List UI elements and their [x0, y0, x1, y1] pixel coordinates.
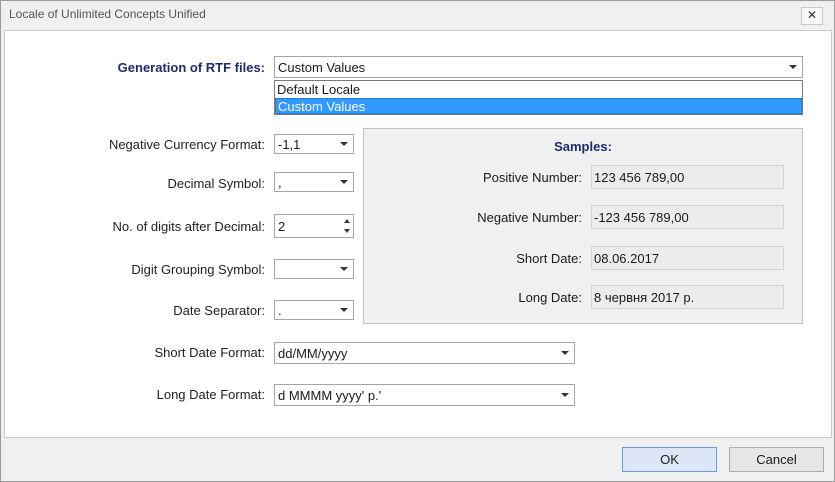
- rtf-generation-combo[interactable]: Custom Values: [274, 56, 803, 78]
- negative-number-label: Negative Number:: [477, 210, 582, 225]
- date-separator-combo[interactable]: .: [274, 300, 354, 320]
- rtf-generation-dropdown: Default Locale Custom Values: [274, 80, 803, 115]
- long-date-field: 8 червня 2017 р.: [591, 285, 784, 309]
- rtf-generation-label: Generation of RTF files:: [117, 60, 265, 75]
- chevron-down-icon[interactable]: [561, 393, 569, 397]
- short-date-value: 08.06.2017: [594, 251, 660, 266]
- digits-after-decimal-label: No. of digits after Decimal:: [112, 219, 265, 234]
- long-date-label: Long Date:: [518, 290, 582, 305]
- short-date-field: 08.06.2017: [591, 246, 784, 270]
- decimal-symbol-combo[interactable]: ,: [274, 172, 354, 192]
- close-icon[interactable]: ✕: [801, 7, 823, 25]
- negative-number-field: -123 456 789,00: [591, 205, 784, 229]
- dialog-window: Locale of Unlimited Concepts Unified ✕ G…: [0, 0, 835, 482]
- positive-number-value: 123 456 789,00: [594, 170, 685, 185]
- samples-title: Samples:: [554, 139, 612, 154]
- digits-after-decimal-value: 2: [278, 219, 286, 234]
- short-date-format-combo[interactable]: dd/MM/yyyy: [274, 342, 575, 364]
- long-date-format-combo[interactable]: d MMMM yyyy' р.': [274, 384, 575, 406]
- window-title: Locale of Unlimited Concepts Unified: [9, 7, 206, 21]
- decimal-symbol-value: ,: [278, 175, 282, 190]
- title-bar: Locale of Unlimited Concepts Unified ✕: [1, 1, 834, 29]
- date-separator-value: .: [278, 303, 282, 318]
- negative-currency-value: -1,1: [278, 137, 301, 152]
- long-date-format-label: Long Date Format:: [156, 387, 265, 402]
- date-separator-label: Date Separator:: [173, 303, 265, 318]
- ok-button[interactable]: OK: [622, 447, 717, 472]
- negative-number-value: -123 456 789,00: [594, 210, 689, 225]
- positive-number-label: Positive Number:: [483, 170, 582, 185]
- chevron-down-icon[interactable]: [561, 351, 569, 355]
- chevron-down-icon[interactable]: [340, 142, 348, 146]
- digits-after-decimal-spinner[interactable]: 2: [274, 214, 354, 238]
- digit-grouping-combo[interactable]: [274, 259, 354, 279]
- negative-currency-label: Negative Currency Format:: [108, 137, 265, 152]
- chevron-down-icon[interactable]: [340, 308, 348, 312]
- long-date-format-value: d MMMM yyyy' р.': [278, 388, 382, 403]
- cancel-button[interactable]: Cancel: [729, 447, 824, 472]
- short-date-label: Short Date:: [516, 251, 582, 266]
- chevron-down-icon[interactable]: [789, 65, 797, 69]
- negative-currency-combo[interactable]: -1,1: [274, 134, 354, 154]
- spin-up-icon[interactable]: [344, 219, 350, 223]
- rtf-generation-value: Custom Values: [278, 60, 366, 75]
- chevron-down-icon[interactable]: [340, 180, 348, 184]
- spin-down-icon[interactable]: [344, 229, 350, 233]
- digit-grouping-label: Digit Grouping Symbol:: [131, 262, 265, 277]
- samples-panel: Samples: Positive Number: 123 456 789,00…: [363, 128, 803, 324]
- dropdown-option-custom-values[interactable]: Custom Values: [275, 98, 802, 114]
- short-date-format-label: Short Date Format:: [154, 345, 265, 360]
- long-date-value: 8 червня 2017 р.: [594, 290, 695, 305]
- positive-number-field: 123 456 789,00: [591, 165, 784, 189]
- short-date-format-value: dd/MM/yyyy: [278, 346, 348, 361]
- chevron-down-icon[interactable]: [340, 267, 348, 271]
- decimal-symbol-label: Decimal Symbol:: [167, 176, 265, 191]
- dropdown-option-default-locale[interactable]: Default Locale: [275, 82, 802, 98]
